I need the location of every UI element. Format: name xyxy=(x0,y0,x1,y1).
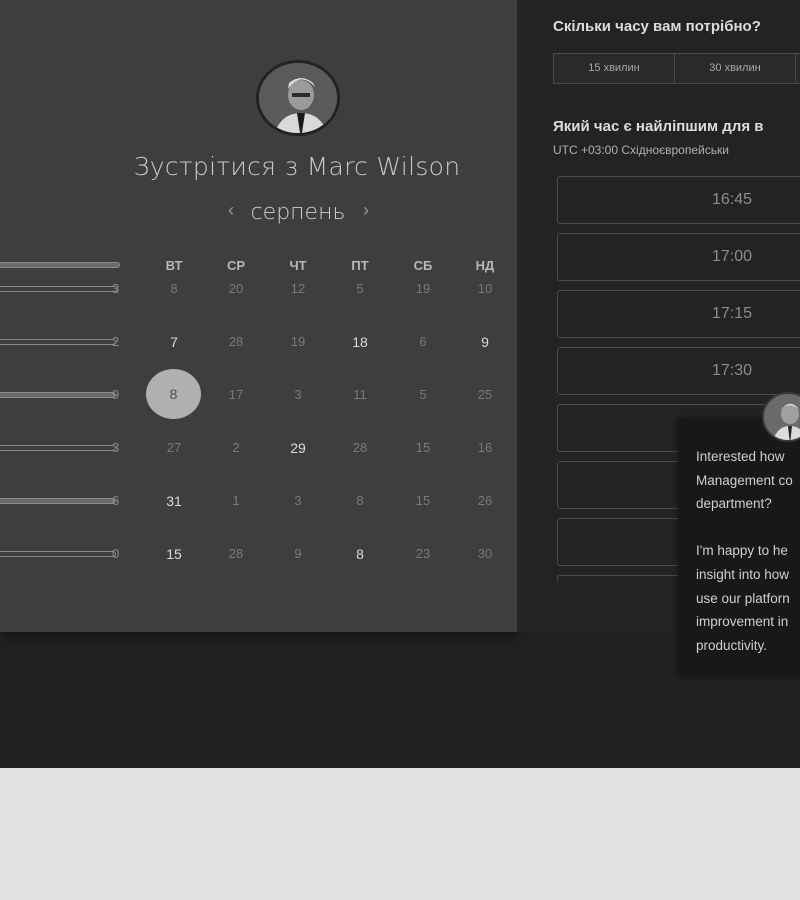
time-slot[interactable]: 17:00 xyxy=(557,233,800,281)
duration-question: Скільки часу вам потрібно? xyxy=(553,18,761,35)
timezone-label[interactable]: UTC +03:00 Східноєвропейськи xyxy=(553,143,729,157)
calendar-day: 6 xyxy=(419,334,427,349)
duration-30-button[interactable]: 30 хвилин xyxy=(674,53,796,84)
calendar-day: 23 xyxy=(415,546,431,561)
calendar-day: 5 xyxy=(419,387,427,402)
calendar-day[interactable]: 29 xyxy=(278,440,318,456)
collapsed-week-bar xyxy=(0,498,116,504)
collapsed-week-bar xyxy=(0,445,116,451)
host-avatar xyxy=(256,60,340,136)
week-tail-number: 0 xyxy=(112,546,120,561)
calendar-day[interactable]: 9 xyxy=(465,334,505,350)
collapsed-week-bar xyxy=(0,551,116,557)
calendar-day: 8 xyxy=(170,281,178,296)
calendar-day: 1 xyxy=(232,493,240,508)
calendar-day: 30 xyxy=(477,546,493,561)
weekday-label: ПТ xyxy=(351,258,369,273)
calendar-day: 17 xyxy=(228,387,244,402)
calendar-day[interactable]: 7 xyxy=(154,334,194,350)
meeting-title: Зустрітися з Marc Wilson xyxy=(133,152,461,181)
weekday-label: ВТ xyxy=(165,258,183,273)
duration-15-button[interactable]: 15 хвилин xyxy=(553,53,675,84)
calendar-day: 3 xyxy=(294,387,302,402)
time-slot-label: 17:15 xyxy=(711,305,753,322)
time-question: Який час є найліпшим для в xyxy=(553,118,764,135)
calendar-day: 16 xyxy=(477,440,493,455)
calendar-day: 10 xyxy=(477,281,493,296)
calendar-panel: Зустрітися з Marc Wilson ‹ серпень › ВТ С… xyxy=(0,0,517,632)
calendar-day: 19 xyxy=(415,281,431,296)
chat-message: Interested how Management co department?… xyxy=(696,449,793,653)
calendar-day: 28 xyxy=(352,440,368,455)
time-slot-label: 17:30 xyxy=(711,362,753,379)
week-tail-number: 2 xyxy=(112,334,120,349)
week-tail-number: 3 xyxy=(112,440,120,455)
collapsed-week-bar xyxy=(0,286,118,292)
calendar-day: 15 xyxy=(415,440,431,455)
next-month-button[interactable]: › xyxy=(357,200,375,221)
calendar-day: 12 xyxy=(290,281,306,296)
weekday-label: СБ xyxy=(413,258,433,273)
chat-popup[interactable]: Interested how Management co department?… xyxy=(678,417,800,673)
time-slot[interactable]: 17:30 xyxy=(557,347,800,395)
calendar-day: 15 xyxy=(415,493,431,508)
time-slot-label: 16:45 xyxy=(711,191,753,208)
duration-more-button[interactable] xyxy=(795,53,800,84)
week-tail-number: 3 xyxy=(112,281,120,296)
calendar-day: 25 xyxy=(477,387,493,402)
month-navigation: ‹ серпень › xyxy=(222,200,375,225)
calendar-day[interactable]: 31 xyxy=(154,493,194,509)
calendar-day: 19 xyxy=(290,334,306,349)
time-slot-label: 17:00 xyxy=(711,248,753,265)
calendar-day[interactable]: 8 xyxy=(340,546,380,562)
selected-day[interactable]: 8 xyxy=(146,369,201,419)
calendar-day: 8 xyxy=(356,493,364,508)
time-slot[interactable]: 17:15 xyxy=(557,290,800,338)
weekday-label: СР xyxy=(226,258,246,273)
week-tail-number: 6 xyxy=(112,493,120,508)
collapsed-week-bar xyxy=(0,392,116,398)
calendar-day[interactable]: 18 xyxy=(340,334,380,350)
prev-month-button[interactable]: ‹ xyxy=(222,200,240,221)
weekday-label: НД xyxy=(475,258,495,273)
calendar-day: 27 xyxy=(166,440,182,455)
calendar-day: 28 xyxy=(228,546,244,561)
month-label: серпень xyxy=(250,200,346,225)
calendar-day: 28 xyxy=(228,334,244,349)
collapsed-week-bar xyxy=(0,339,116,345)
calendar-day: 3 xyxy=(294,493,302,508)
calendar-day: 5 xyxy=(356,281,364,296)
time-slot[interactable]: 16:45 xyxy=(557,176,800,224)
week-tail-number: 9 xyxy=(112,387,120,402)
collapsed-week-header xyxy=(0,262,120,268)
scheduler-app: Зустрітися з Marc Wilson ‹ серпень › ВТ С… xyxy=(0,0,800,768)
calendar-day[interactable]: 15 xyxy=(154,546,194,562)
calendar-day: 11 xyxy=(353,387,367,402)
calendar-day: 2 xyxy=(232,440,240,455)
calendar-day: 9 xyxy=(294,546,302,561)
calendar-day: 20 xyxy=(228,281,244,296)
weekday-label: ЧТ xyxy=(289,258,307,273)
calendar-day: 26 xyxy=(477,493,493,508)
